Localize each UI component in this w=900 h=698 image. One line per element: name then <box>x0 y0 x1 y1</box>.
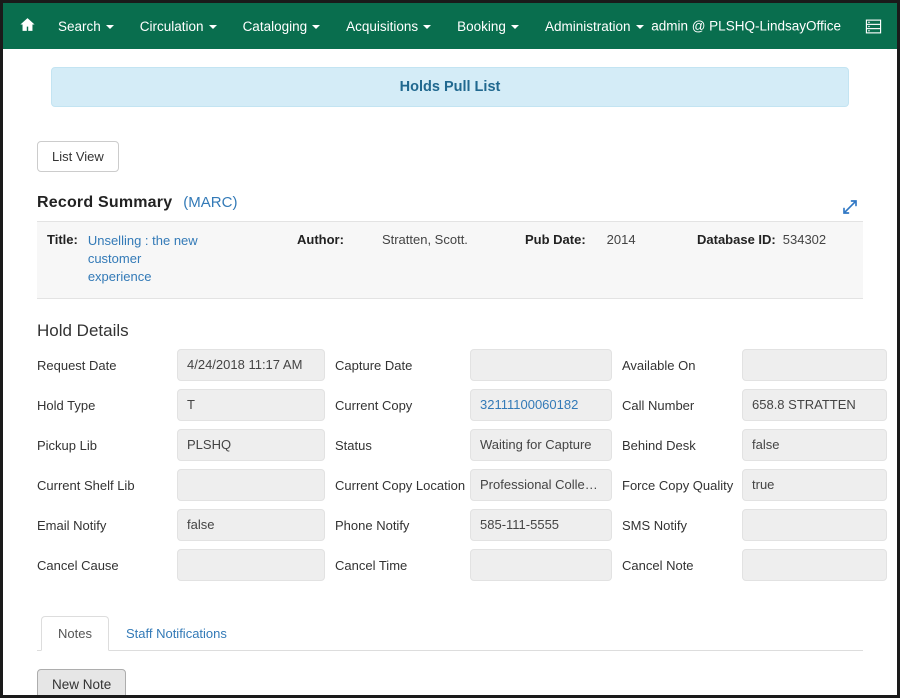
field-value-force-copy-quality[interactable]: true <box>742 469 887 501</box>
nav-item-search-label: Search <box>58 18 101 34</box>
marc-view-link[interactable]: (MARC) <box>183 194 237 211</box>
nav-item-administration[interactable]: Administration <box>532 11 657 42</box>
field-label-pickup-lib: Pickup Lib <box>37 437 97 453</box>
field-value-cancel-cause[interactable] <box>177 549 325 581</box>
chevron-down-icon <box>105 25 114 29</box>
record-summary-heading: Record Summary <box>37 194 173 211</box>
current-user-label[interactable]: admin @ PLSHQ-LindsayOffice <box>651 19 841 34</box>
field-value-available-on[interactable] <box>742 349 887 381</box>
application-window: Search Circulation Cataloging Acquisitio… <box>0 0 900 698</box>
nav-items-group: Search Circulation Cataloging Acquisitio… <box>9 9 657 43</box>
record-field-pubdate: Pub Date: 2014 <box>525 232 697 247</box>
home-icon <box>19 16 36 36</box>
nav-item-administration-label: Administration <box>544 18 631 34</box>
field-value-capture-date[interactable] <box>470 349 612 381</box>
field-label-request-date: Request Date <box>37 357 117 373</box>
field-label-cancel-cause: Cancel Cause <box>37 557 119 573</box>
expand-diagonal-icon[interactable] <box>841 198 859 216</box>
record-field-title-label: Title: <box>47 232 78 247</box>
field-label-sms-notify: SMS Notify <box>622 517 688 533</box>
field-value-sms-notify[interactable] <box>742 509 887 541</box>
field-label-current-copy-location: Current Copy Location <box>335 477 466 493</box>
record-field-database-id: Database ID: 534302 <box>697 232 826 247</box>
chevron-down-icon <box>208 25 217 29</box>
field-value-request-date[interactable]: 4/24/2018 11:17 AM <box>177 349 325 381</box>
note-actions: New Note <box>37 669 897 695</box>
nav-item-acquisitions-label: Acquisitions <box>346 18 419 34</box>
notes-tab-bar: Notes Staff Notifications <box>37 615 863 651</box>
chevron-down-icon <box>510 25 519 29</box>
field-label-behind-desk: Behind Desk <box>622 437 696 453</box>
field-label-call-number: Call Number <box>622 397 695 413</box>
nav-item-circulation-label: Circulation <box>139 18 204 34</box>
page-title-banner: Holds Pull List <box>51 67 849 107</box>
record-field-title-value[interactable]: Unselling : the new customer experience <box>78 232 208 286</box>
top-navigation-bar: Search Circulation Cataloging Acquisitio… <box>3 3 897 49</box>
view-toggle-container: List View <box>3 107 897 172</box>
field-label-status: Status <box>335 437 372 453</box>
page-content: Holds Pull List List View Record Summary… <box>3 49 897 695</box>
field-value-behind-desk[interactable]: false <box>742 429 887 461</box>
field-value-current-copy[interactable]: 32111100060182 <box>470 389 612 421</box>
field-value-current-shelf-lib[interactable] <box>177 469 325 501</box>
record-field-author-value: Stratten, Scott. <box>381 232 468 247</box>
nav-item-cataloging-label: Cataloging <box>242 18 308 34</box>
chevron-down-icon <box>635 25 644 29</box>
record-field-author: Author: Stratten, Scott. <box>297 232 525 247</box>
field-value-phone-notify[interactable]: 585-111-5555 <box>470 509 612 541</box>
field-label-current-copy: Current Copy <box>335 397 413 413</box>
field-value-status[interactable]: Waiting for Capture <box>470 429 612 461</box>
field-label-capture-date: Capture Date <box>335 357 413 373</box>
tab-notes[interactable]: Notes <box>41 616 109 651</box>
record-field-pubdate-label: Pub Date: <box>525 232 586 247</box>
field-label-current-shelf-lib: Current Shelf Lib <box>37 477 135 493</box>
list-grid-icon[interactable] <box>863 16 883 36</box>
list-view-button[interactable]: List View <box>37 141 119 172</box>
record-field-pubdate-value: 2014 <box>606 232 636 247</box>
nav-item-booking-label: Booking <box>457 18 506 34</box>
nav-item-booking[interactable]: Booking <box>444 11 532 42</box>
field-value-email-notify[interactable]: false <box>177 509 325 541</box>
field-label-available-on: Available On <box>622 357 696 373</box>
record-field-database-id-label: Database ID: <box>697 232 776 247</box>
record-summary-fields: Title: Unselling : the new customer expe… <box>37 221 863 299</box>
nav-item-search[interactable]: Search <box>45 11 127 42</box>
record-field-database-id-value: 534302 <box>782 232 827 247</box>
field-value-cancel-time[interactable] <box>470 549 612 581</box>
field-value-cancel-note[interactable] <box>742 549 887 581</box>
record-summary-section: Record Summary (MARC) Title: Unselling :… <box>37 194 863 299</box>
field-value-pickup-lib[interactable]: PLSHQ <box>177 429 325 461</box>
field-label-cancel-time: Cancel Time <box>335 557 408 573</box>
chevron-down-icon <box>423 25 432 29</box>
field-label-phone-notify: Phone Notify <box>335 517 410 533</box>
nav-item-cataloging[interactable]: Cataloging <box>230 11 334 42</box>
nav-item-circulation[interactable]: Circulation <box>127 11 230 42</box>
record-summary-header: Record Summary (MARC) <box>37 194 863 221</box>
nav-item-acquisitions[interactable]: Acquisitions <box>333 11 444 42</box>
field-label-cancel-note: Cancel Note <box>622 557 694 573</box>
new-note-button[interactable]: New Note <box>37 669 127 695</box>
record-field-author-label: Author: <box>297 232 344 247</box>
field-value-current-copy-location[interactable]: Professional Collection <box>470 469 612 501</box>
field-value-hold-type[interactable]: T <box>177 389 325 421</box>
tab-staff-notifications[interactable]: Staff Notifications <box>109 616 244 651</box>
field-label-hold-type: Hold Type <box>37 397 96 413</box>
banner-container: Holds Pull List <box>3 49 897 107</box>
chevron-down-icon <box>312 25 321 29</box>
hold-details-grid: Request Date 4/24/2018 11:17 AM Capture … <box>37 349 887 581</box>
field-value-call-number[interactable]: 658.8 STRATTEN <box>742 389 887 421</box>
hold-details-heading: Hold Details <box>37 321 129 340</box>
field-label-email-notify: Email Notify <box>37 517 107 533</box>
home-button[interactable] <box>9 9 45 43</box>
field-label-force-copy-quality: Force Copy Quality <box>622 477 734 493</box>
record-field-title: Title: Unselling : the new customer expe… <box>47 232 297 286</box>
